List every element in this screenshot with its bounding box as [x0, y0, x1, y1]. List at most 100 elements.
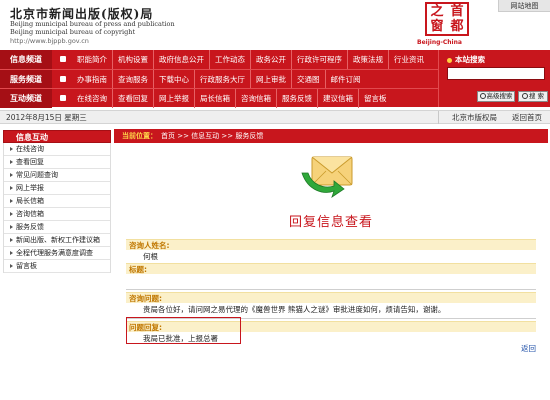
sidebar-item-label: 查看回复	[16, 158, 44, 166]
nav-link[interactable]: 行政服务大厅	[195, 69, 251, 89]
search-button-label: 搜 索	[528, 92, 545, 100]
capital-window-logo[interactable]: 之 首 窗 都 Beijing-China	[415, 0, 485, 50]
nav-link[interactable]: 服务反馈	[277, 88, 318, 108]
logo-emblem: 之 首 窗 都	[425, 2, 469, 36]
nav-row-info: 信息频道 职能简介 机构设置 政府信息公开 工作动态 政务公开 行政许可程序 政…	[0, 50, 438, 69]
sidebar-item-label: 网上举报	[16, 184, 44, 192]
page-title: 回复信息查看	[288, 215, 373, 230]
sidebar-item[interactable]: 查看回复	[4, 156, 110, 169]
nav-link[interactable]: 咨询信箱	[236, 88, 277, 108]
sidebar-item[interactable]: 留言板	[4, 260, 110, 273]
current-date: 2012年8月15日 星期三	[6, 113, 87, 122]
nav-link[interactable]: 建议信箱	[318, 88, 359, 108]
advanced-search-label: 高级搜索	[486, 92, 513, 100]
nav-link[interactable]: 查看回复	[113, 88, 154, 108]
arrow-right-icon	[10, 186, 13, 190]
sidebar-item[interactable]: 网上举报	[4, 182, 110, 195]
site-map-link[interactable]: 网站地图	[498, 0, 550, 12]
site-url: http://www.bjppb.gov.cn	[10, 37, 89, 45]
arrow-right-icon	[10, 212, 13, 216]
arrow-right-icon	[10, 251, 13, 255]
date-bar: 2012年8月15日 星期三 北京市版权局 返回首页	[0, 110, 550, 124]
nav-link[interactable]: 交通图	[292, 69, 326, 89]
arrow-right-icon	[10, 147, 13, 151]
envelope-icon	[301, 156, 353, 198]
sidebar-item-label: 全程代理服务满意度调查	[16, 249, 93, 257]
sidebar-item[interactable]: 在线咨询	[4, 143, 110, 156]
left-sidebar: 信息互动 在线咨询 查看回复 常见问题查询 网上举报 局长信箱 咨询信箱 服务反…	[3, 130, 111, 400]
logo-char: 之	[430, 4, 444, 19]
advanced-search-button[interactable]: 高级搜索	[477, 91, 515, 102]
nav-link[interactable]: 局长信箱	[195, 88, 236, 108]
arrow-right-icon	[10, 173, 13, 177]
nav-link[interactable]: 办事指南	[72, 69, 113, 89]
nav-bullet-icon	[52, 50, 72, 69]
nav-link[interactable]: 留言板	[359, 89, 392, 108]
nav-link[interactable]: 政府信息公开	[154, 50, 210, 69]
nav-bullet-icon	[52, 70, 72, 89]
nav-row-service: 服务频道 办事指南 查询服务 下载中心 行政服务大厅 网上审批 交通图 邮件订阅	[0, 69, 438, 89]
logo-caption: Beijing-China	[417, 39, 462, 46]
back-link[interactable]: 返回	[521, 343, 536, 354]
sidebar-item-label: 局长信箱	[16, 197, 44, 205]
logo-char: 首	[450, 4, 464, 19]
sidebar-item[interactable]: 新闻出版、新权工作建议箱	[4, 234, 110, 247]
sidebar-item-label: 服务反馈	[16, 223, 44, 231]
arrow-right-icon	[10, 160, 13, 164]
sidebar-item-label: 常见问题查询	[16, 171, 58, 179]
sidebar-item[interactable]: 常见问题查询	[4, 169, 110, 182]
nav-link[interactable]: 查询服务	[113, 69, 154, 89]
nav-link[interactable]: 下载中心	[154, 69, 195, 89]
nav-link[interactable]: 职能简介	[72, 50, 113, 69]
nav-link[interactable]: 行政许可程序	[292, 50, 348, 69]
divider	[126, 289, 536, 290]
name-label: 咨询人姓名:	[126, 239, 536, 250]
sidebar-item-label: 新闻出版、新权工作建议箱	[16, 236, 100, 244]
question-label: 咨询问题:	[126, 292, 536, 303]
search-icon	[479, 93, 486, 99]
location-label: 当前位置：	[122, 132, 157, 140]
nav-link[interactable]: 网上审批	[251, 69, 292, 89]
home-link[interactable]: 北京市版权局	[452, 111, 497, 124]
sidebar-item-label: 留言板	[16, 262, 37, 270]
reply-highlight	[126, 317, 241, 344]
arrow-right-icon	[10, 199, 13, 203]
main-navigation: 信息频道 职能简介 机构设置 政府信息公开 工作动态 政务公开 行政许可程序 政…	[0, 50, 550, 108]
nav-channel-label[interactable]: 互动频道	[0, 88, 52, 108]
nav-link[interactable]: 政务公开	[251, 50, 292, 69]
nav-link[interactable]: 政策法规	[348, 50, 389, 69]
arrow-right-icon	[10, 225, 13, 229]
sidebar-item[interactable]: 咨询信箱	[4, 208, 110, 221]
bullet-icon	[447, 57, 452, 63]
subject-label: 标题:	[126, 263, 536, 274]
nav-channel-label[interactable]: 信息频道	[0, 50, 52, 69]
search-input[interactable]	[447, 67, 545, 80]
nav-link[interactable]: 网上举报	[154, 88, 195, 108]
arrow-right-icon	[10, 264, 13, 268]
nav-link[interactable]: 行业资讯	[389, 50, 429, 69]
nav-link[interactable]: 机构设置	[113, 50, 154, 69]
logo-char: 窗	[430, 19, 444, 34]
sidebar-item-label: 在线咨询	[16, 145, 44, 153]
subject-value	[126, 274, 536, 287]
sidebar-item[interactable]: 服务反馈	[4, 221, 110, 234]
site-header: 北京市新闻出版(版权)局 Beijing municipal bureau of…	[0, 0, 550, 50]
nav-link[interactable]: 在线咨询	[72, 88, 113, 108]
sidebar-item[interactable]: 局长信箱	[4, 195, 110, 208]
nav-channel-label[interactable]: 服务频道	[0, 69, 52, 89]
nav-link[interactable]: 工作动态	[210, 50, 251, 69]
divider	[438, 111, 439, 124]
nav-bullet-icon	[52, 89, 72, 108]
breadcrumb-path[interactable]: 首页 >> 信息互动 >> 服务反馈	[161, 132, 263, 140]
name-value: 何根	[143, 252, 158, 261]
main-content: 当前位置： 首页 >> 信息互动 >> 服务反馈 回复信息查看 咨询人姓名: 何根…	[114, 129, 548, 400]
search-button[interactable]: 搜 索	[518, 91, 548, 102]
back-home-link[interactable]: 返回首页	[512, 111, 542, 124]
sidebar-item[interactable]: 全程代理服务满意度调查	[4, 247, 110, 260]
nav-row-interact: 互动频道 在线咨询 查看回复 网上举报 局长信箱 咨询信箱 服务反馈 建议信箱 …	[0, 88, 438, 108]
nav-link[interactable]: 邮件订阅	[326, 70, 366, 89]
sidebar-title: 信息互动	[3, 130, 111, 143]
arrow-right-icon	[10, 238, 13, 242]
reply-banner: 回复信息查看	[126, 151, 536, 230]
site-title-en-1: Beijing municipal bureau of press and pu…	[10, 20, 175, 28]
